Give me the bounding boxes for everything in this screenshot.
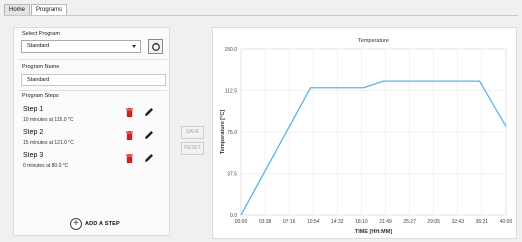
edit-step-icon[interactable] bbox=[144, 153, 154, 163]
refresh-icon bbox=[151, 42, 160, 51]
x-tick-label: 07:16 bbox=[283, 219, 296, 225]
chart-panel: 0.0 37.5 75.0 112.5 150.0 00:00 03:38 07:16 10:5… bbox=[212, 27, 517, 239]
tab-bar: Home Programs bbox=[4, 4, 68, 16]
chevron-down-icon bbox=[132, 45, 136, 48]
delete-step-icon[interactable] bbox=[126, 154, 133, 163]
program-name-input[interactable]: Standard bbox=[21, 74, 166, 86]
chart-title: Temperature bbox=[358, 38, 389, 44]
y-axis-label: Temperature [°C] bbox=[220, 110, 226, 154]
save-button[interactable]: SAVE bbox=[181, 126, 204, 139]
step-name: Step 3 bbox=[23, 152, 44, 159]
step-item: Step 1 10 minutes at 115.0 °C bbox=[23, 106, 163, 126]
step-item: Step 2 15 minutes at 121.0 °C bbox=[23, 129, 163, 149]
x-tick-label: 25:27 bbox=[403, 219, 416, 225]
add-step-button[interactable]: + ADD A STEP bbox=[70, 218, 120, 230]
delete-step-icon[interactable] bbox=[126, 131, 133, 140]
y-tick-label: 75.0 bbox=[227, 130, 237, 136]
plus-icon: + bbox=[70, 218, 82, 230]
x-tick-label: 36:21 bbox=[476, 219, 489, 225]
program-select-value: Standard bbox=[27, 43, 50, 49]
x-tick-label: 00:00 bbox=[235, 219, 248, 225]
refresh-button[interactable] bbox=[148, 39, 163, 54]
select-program-label: Select Program bbox=[22, 31, 60, 37]
x-tick-label: 40:00 bbox=[500, 219, 513, 225]
divider bbox=[18, 90, 167, 91]
edit-step-icon[interactable] bbox=[144, 107, 154, 117]
y-tick-label: 37.5 bbox=[227, 172, 237, 178]
program-name-label: Program Name bbox=[22, 64, 60, 70]
x-tick-label: 14:32 bbox=[331, 219, 344, 225]
y-tick-label: 112.5 bbox=[225, 89, 237, 95]
step-name: Step 1 bbox=[23, 106, 44, 113]
program-steps-label: Program Steps bbox=[22, 93, 59, 99]
delete-step-icon[interactable] bbox=[126, 108, 133, 117]
step-name: Step 2 bbox=[23, 129, 44, 136]
x-tick-label: 03:38 bbox=[259, 219, 272, 225]
tab-home[interactable]: Home bbox=[4, 4, 31, 15]
x-tick-label: 29:05 bbox=[427, 219, 440, 225]
step-description: 15 minutes at 121.0 °C bbox=[23, 140, 74, 146]
x-axis-label: TIME [HH:MM] bbox=[355, 229, 392, 235]
y-tick-label: 150.0 bbox=[224, 47, 237, 53]
program-select[interactable]: Standard bbox=[21, 40, 141, 53]
add-step-label: ADD A STEP bbox=[85, 221, 120, 227]
x-tick-label: 32:43 bbox=[451, 219, 464, 225]
program-editor-panel: Select Program Standard Program Name Sta… bbox=[13, 27, 170, 236]
x-tick-label: 10:54 bbox=[307, 219, 320, 225]
edit-step-icon[interactable] bbox=[144, 130, 154, 140]
divider bbox=[18, 59, 167, 60]
temperature-chart: 0.037.575.0112.5150.000:00 03:38 07:16 10:5… bbox=[220, 38, 513, 235]
reset-button[interactable]: RESET bbox=[181, 142, 204, 155]
step-description: 0 minutes at 80.0 °C bbox=[23, 163, 69, 169]
x-tick-label: 21:49 bbox=[379, 219, 392, 225]
x-tick-label: 18:10 bbox=[355, 219, 368, 225]
step-item: Step 3 0 minutes at 80.0 °C bbox=[23, 152, 163, 172]
step-description: 10 minutes at 115.0 °C bbox=[23, 117, 74, 123]
tab-divider bbox=[4, 15, 518, 16]
